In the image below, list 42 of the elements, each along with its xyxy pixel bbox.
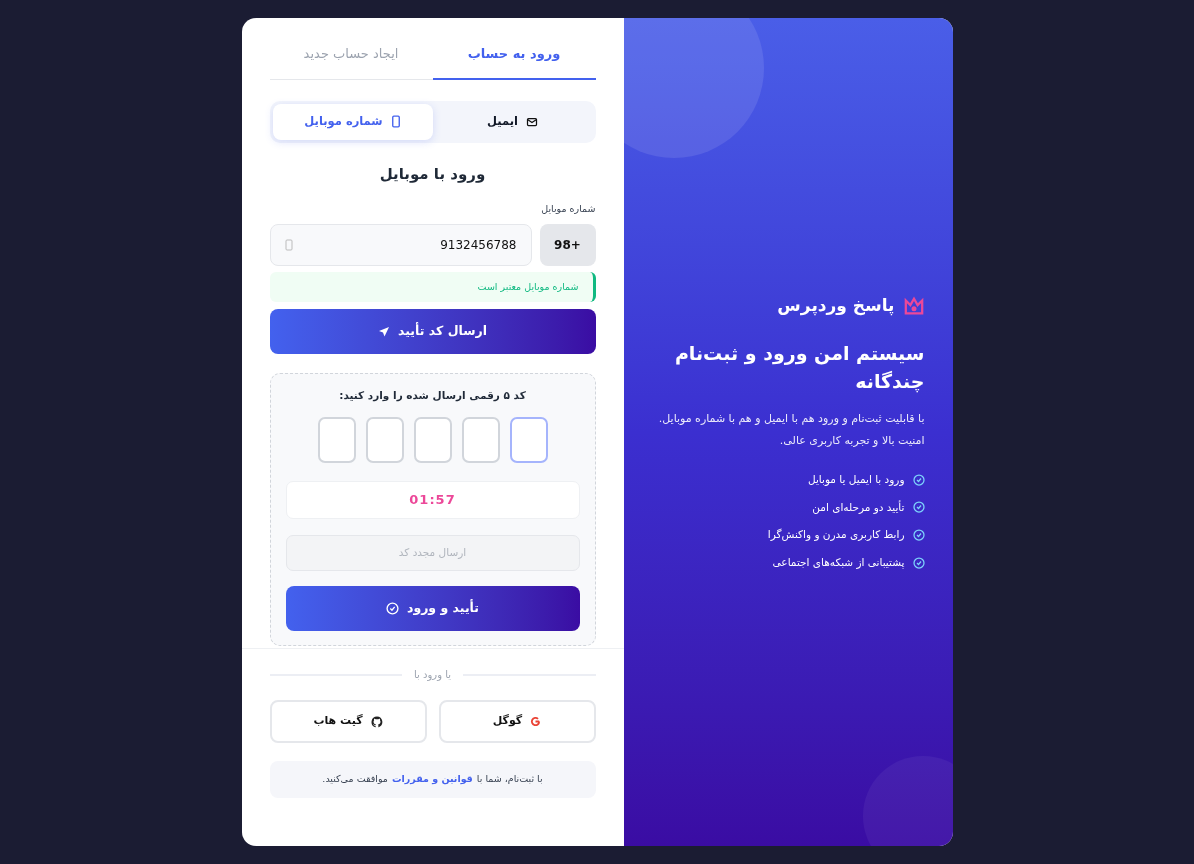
check-circle-icon — [386, 602, 399, 615]
country-code: 98+ — [539, 224, 596, 267]
method-option[interactable]: ایمیل — [432, 103, 593, 140]
hero-description: با قابلیت ثبت‌نام و ورود هم با ایمیل و هم با شماره موبایل. امنیت بالا و تجربه کاربری عالی. — [657, 410, 925, 449]
social-login-button[interactable]: گوگل — [438, 700, 596, 743]
check-circle-icon — [912, 529, 925, 542]
brand-name: پاسخ وردپرس — [777, 294, 895, 318]
send-icon — [378, 325, 391, 338]
validation-message: شماره موبایل معتبر است — [269, 272, 596, 303]
field-label: شماره موبایل — [540, 202, 596, 216]
code-digit-field[interactable] — [509, 417, 548, 463]
method-option[interactable]: شماره موبایل — [272, 103, 433, 140]
github-icon — [370, 715, 383, 728]
terms-text: با ثبت‌نام، شما با — [476, 772, 543, 787]
code-digit-field[interactable] — [365, 417, 404, 463]
code-digit-field[interactable] — [461, 417, 500, 463]
social-login-button[interactable]: گیت هاب — [269, 700, 427, 743]
terms-link[interactable]: قوانین و مقررات — [391, 772, 473, 787]
feature-text: پشتیبانی از شبکه‌های اجتماعی — [772, 555, 905, 571]
divider-text: یا ورود با — [414, 668, 451, 682]
feature-text: تأیید دو مرحله‌ای امن — [812, 499, 905, 516]
tab[interactable]: ورود به حساب — [432, 44, 596, 80]
code-digit-field[interactable] — [317, 417, 356, 463]
feature-text: رابط کاربری مدرن و واکنش‌گرا — [767, 527, 905, 543]
phone-icon — [390, 115, 401, 128]
crown-icon — [902, 296, 925, 316]
otp-prompt: کد ۵ رقمی ارسال شده را وارد کنید: — [338, 388, 527, 404]
feature-text: ورود با ایمیل یا موبایل — [807, 471, 905, 488]
countdown-timer: 01:57 — [285, 481, 580, 519]
envelope-icon — [525, 115, 538, 128]
check-circle-icon — [912, 473, 925, 486]
phone-input[interactable]: 9132456788 — [269, 224, 532, 267]
check-circle-icon — [912, 501, 925, 514]
google-g-icon — [530, 716, 542, 727]
send-code-button[interactable]: ارسال کد تأیید — [269, 309, 596, 355]
confirm-login-button[interactable]: تأیید و ورود — [285, 586, 580, 631]
terms-text: موافقت می‌کنید. — [322, 772, 388, 787]
form-title: ورود با موبایل — [378, 163, 487, 185]
hero-title: سیستم امن ورود و ثبت‌نام چندگانه — [673, 340, 925, 395]
check-circle-icon — [912, 556, 925, 569]
phone-icon — [284, 239, 293, 252]
code-digit-field[interactable] — [413, 417, 452, 463]
